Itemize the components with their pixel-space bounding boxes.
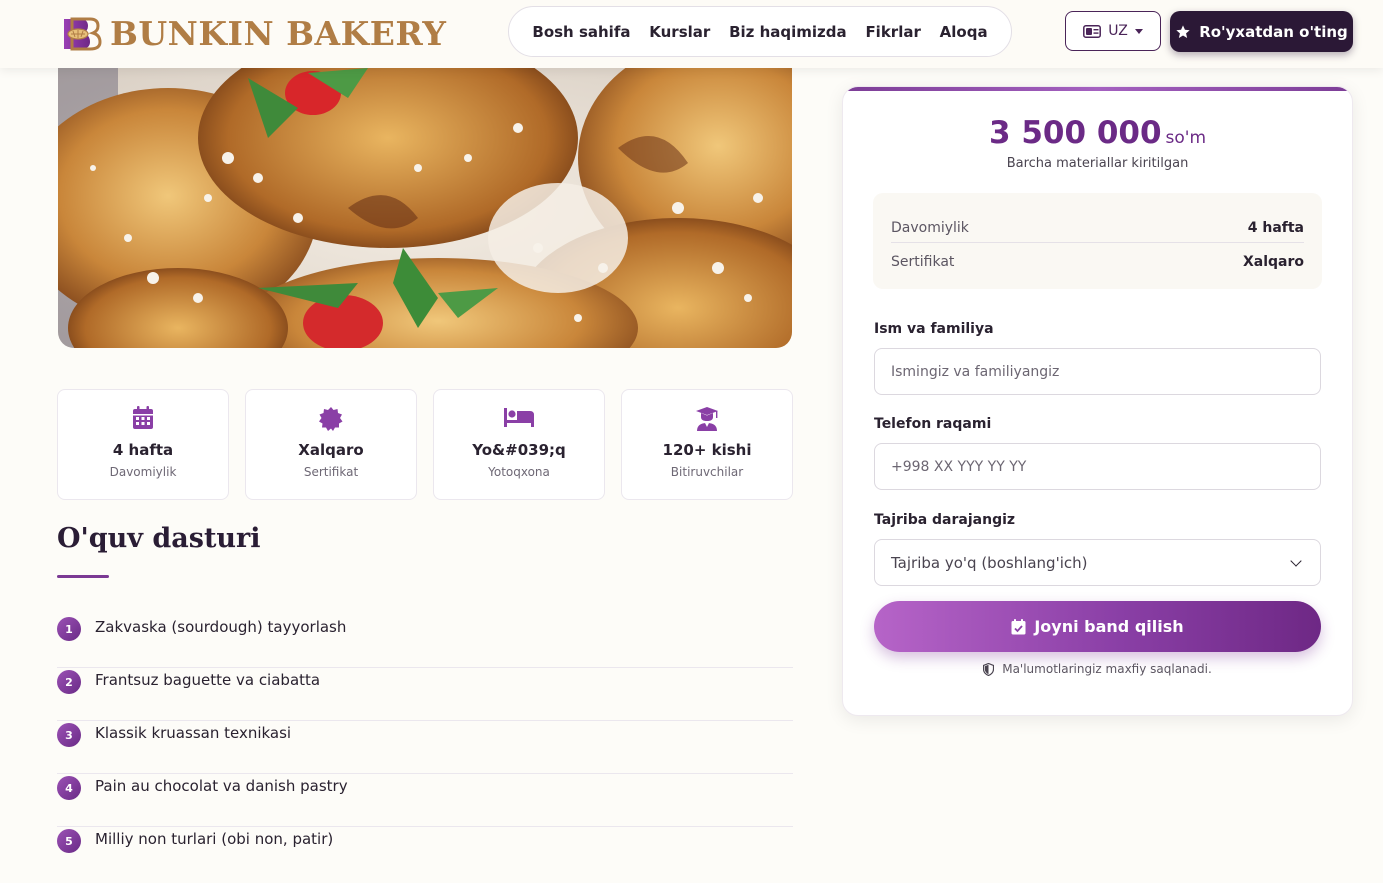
list-item-text: Frantsuz baguette va ciabatta <box>95 671 321 689</box>
stat-certificate-label: Sertifikat <box>303 465 359 479</box>
level-select-value: Tajriba yo'q (boshlang'ich) <box>891 553 1088 572</box>
stat-graduates-value: 120+ kishi <box>662 441 752 459</box>
register-label: Ro'yxatdan o'ting <box>1199 22 1348 41</box>
list-item-text: Klassik kruassan texnikasi <box>95 724 292 742</box>
name-input[interactable] <box>874 348 1321 395</box>
calendar-icon <box>133 406 153 429</box>
logo[interactable]: BUNKIN BAKERY <box>58 12 446 54</box>
curriculum-title: O'quv dasturi <box>57 523 261 554</box>
divider <box>891 242 1304 243</box>
book-seat-button[interactable]: Joyni band qilish <box>874 601 1321 652</box>
graduate-icon <box>696 407 718 431</box>
bed-icon <box>504 408 534 427</box>
language-label: UZ <box>1108 23 1128 39</box>
booking-card: 3 500 000 so'm Barcha materiallar kiritil… <box>842 86 1353 716</box>
stat-certificate: Xalqaro Sertifikat <box>245 389 417 500</box>
stat-duration-value: 4 hafta <box>112 441 174 459</box>
privacy-note: Ma'lumotlaringiz maxfiy saqlanadi. <box>843 662 1352 676</box>
list-item-number: 4 <box>57 776 81 800</box>
star-icon <box>1176 24 1190 38</box>
stat-graduates: 120+ kishi Bitiruvchilar <box>621 389 793 500</box>
language-icon <box>1083 24 1102 38</box>
stat-dormitory-label: Yotoqxona <box>488 465 550 479</box>
stat-dormitory: Yo&#039;q Yotoqxona <box>433 389 605 500</box>
nav-about[interactable]: Biz haqimizda <box>729 23 847 41</box>
phone-label: Telefon raqami <box>874 416 992 432</box>
info-value: 4 hafta <box>1247 220 1304 236</box>
course-price: 3 500 000 so'm <box>843 115 1352 151</box>
main-nav: Bosh sahifa Kurslar Biz haqimizda Fikrla… <box>508 6 1012 57</box>
level-label: Tajriba darajangiz <box>874 512 1016 528</box>
chevron-down-icon <box>1134 28 1143 34</box>
card-accent-bar <box>843 87 1352 91</box>
stat-duration: 4 hafta Davomiylik <box>57 389 229 500</box>
logo-mark-icon <box>64 17 102 51</box>
title-underline <box>57 575 109 578</box>
nav-home[interactable]: Bosh sahifa <box>532 23 630 41</box>
phone-input[interactable] <box>874 443 1321 490</box>
list-item-number: 5 <box>57 829 81 853</box>
course-info-box: Davomiylik 4 hafta Sertifikat Xalqaro <box>873 193 1322 289</box>
list-item: 5 Milliy non turlari (obi non, patir) <box>57 827 793 880</box>
privacy-text: Ma'lumotlaringiz maxfiy saqlanadi. <box>1002 662 1212 676</box>
certificate-icon <box>319 407 343 431</box>
course-hero-image <box>58 68 792 348</box>
stat-dormitory-value: Yo&#039;q <box>472 441 566 459</box>
info-value: Xalqaro <box>1242 254 1304 270</box>
list-item-number: 3 <box>57 723 81 747</box>
nav-courses[interactable]: Kurslar <box>649 23 710 41</box>
stat-certificate-value: Xalqaro <box>298 441 364 459</box>
logo-text: BUNKIN BAKERY <box>110 13 447 53</box>
list-item: 4 Pain au chocolat va danish pastry <box>57 774 793 827</box>
list-item-text: Zakvaska (sourdough) tayyorlash <box>95 618 347 636</box>
list-item: 1 Zakvaska (sourdough) tayyorlash <box>57 615 793 668</box>
name-label: Ism va familiya <box>874 321 994 337</box>
nav-contact[interactable]: Aloqa <box>940 23 988 41</box>
level-select[interactable]: Tajriba yo'q (boshlang'ich) <box>874 539 1321 586</box>
info-key: Sertifikat <box>891 254 955 270</box>
list-item-text: Pain au chocolat va danish pastry <box>95 777 348 795</box>
list-item-number: 2 <box>57 670 81 694</box>
nav-reviews[interactable]: Fikrlar <box>865 23 920 41</box>
list-item-text: Milliy non turlari (obi non, patir) <box>95 830 334 848</box>
shield-icon <box>983 662 995 676</box>
site-header: BUNKIN BAKERY Bosh sahifa Kurslar Biz ha… <box>0 0 1383 68</box>
info-key: Davomiylik <box>891 220 969 236</box>
list-item-number: 1 <box>57 617 81 641</box>
calendar-check-icon <box>1011 618 1026 634</box>
chevron-down-icon <box>1290 554 1302 567</box>
stat-duration-label: Davomiylik <box>109 465 177 479</box>
price-amount: 3 500 000 <box>988 115 1162 151</box>
info-row-certificate: Sertifikat Xalqaro <box>891 245 1304 279</box>
language-selector[interactable]: UZ <box>1065 11 1161 51</box>
price-currency: so'm <box>1165 128 1207 148</box>
register-button[interactable]: Ro'yxatdan o'ting <box>1170 11 1353 52</box>
price-note: Barcha materiallar kiritilgan <box>1006 156 1189 171</box>
list-item: 2 Frantsuz baguette va ciabatta <box>57 668 793 721</box>
book-seat-label: Joyni band qilish <box>1034 617 1184 636</box>
stat-graduates-label: Bitiruvchilar <box>670 465 744 479</box>
info-row-duration: Davomiylik 4 hafta <box>891 211 1304 245</box>
list-item: 3 Klassik kruassan texnikasi <box>57 721 793 774</box>
